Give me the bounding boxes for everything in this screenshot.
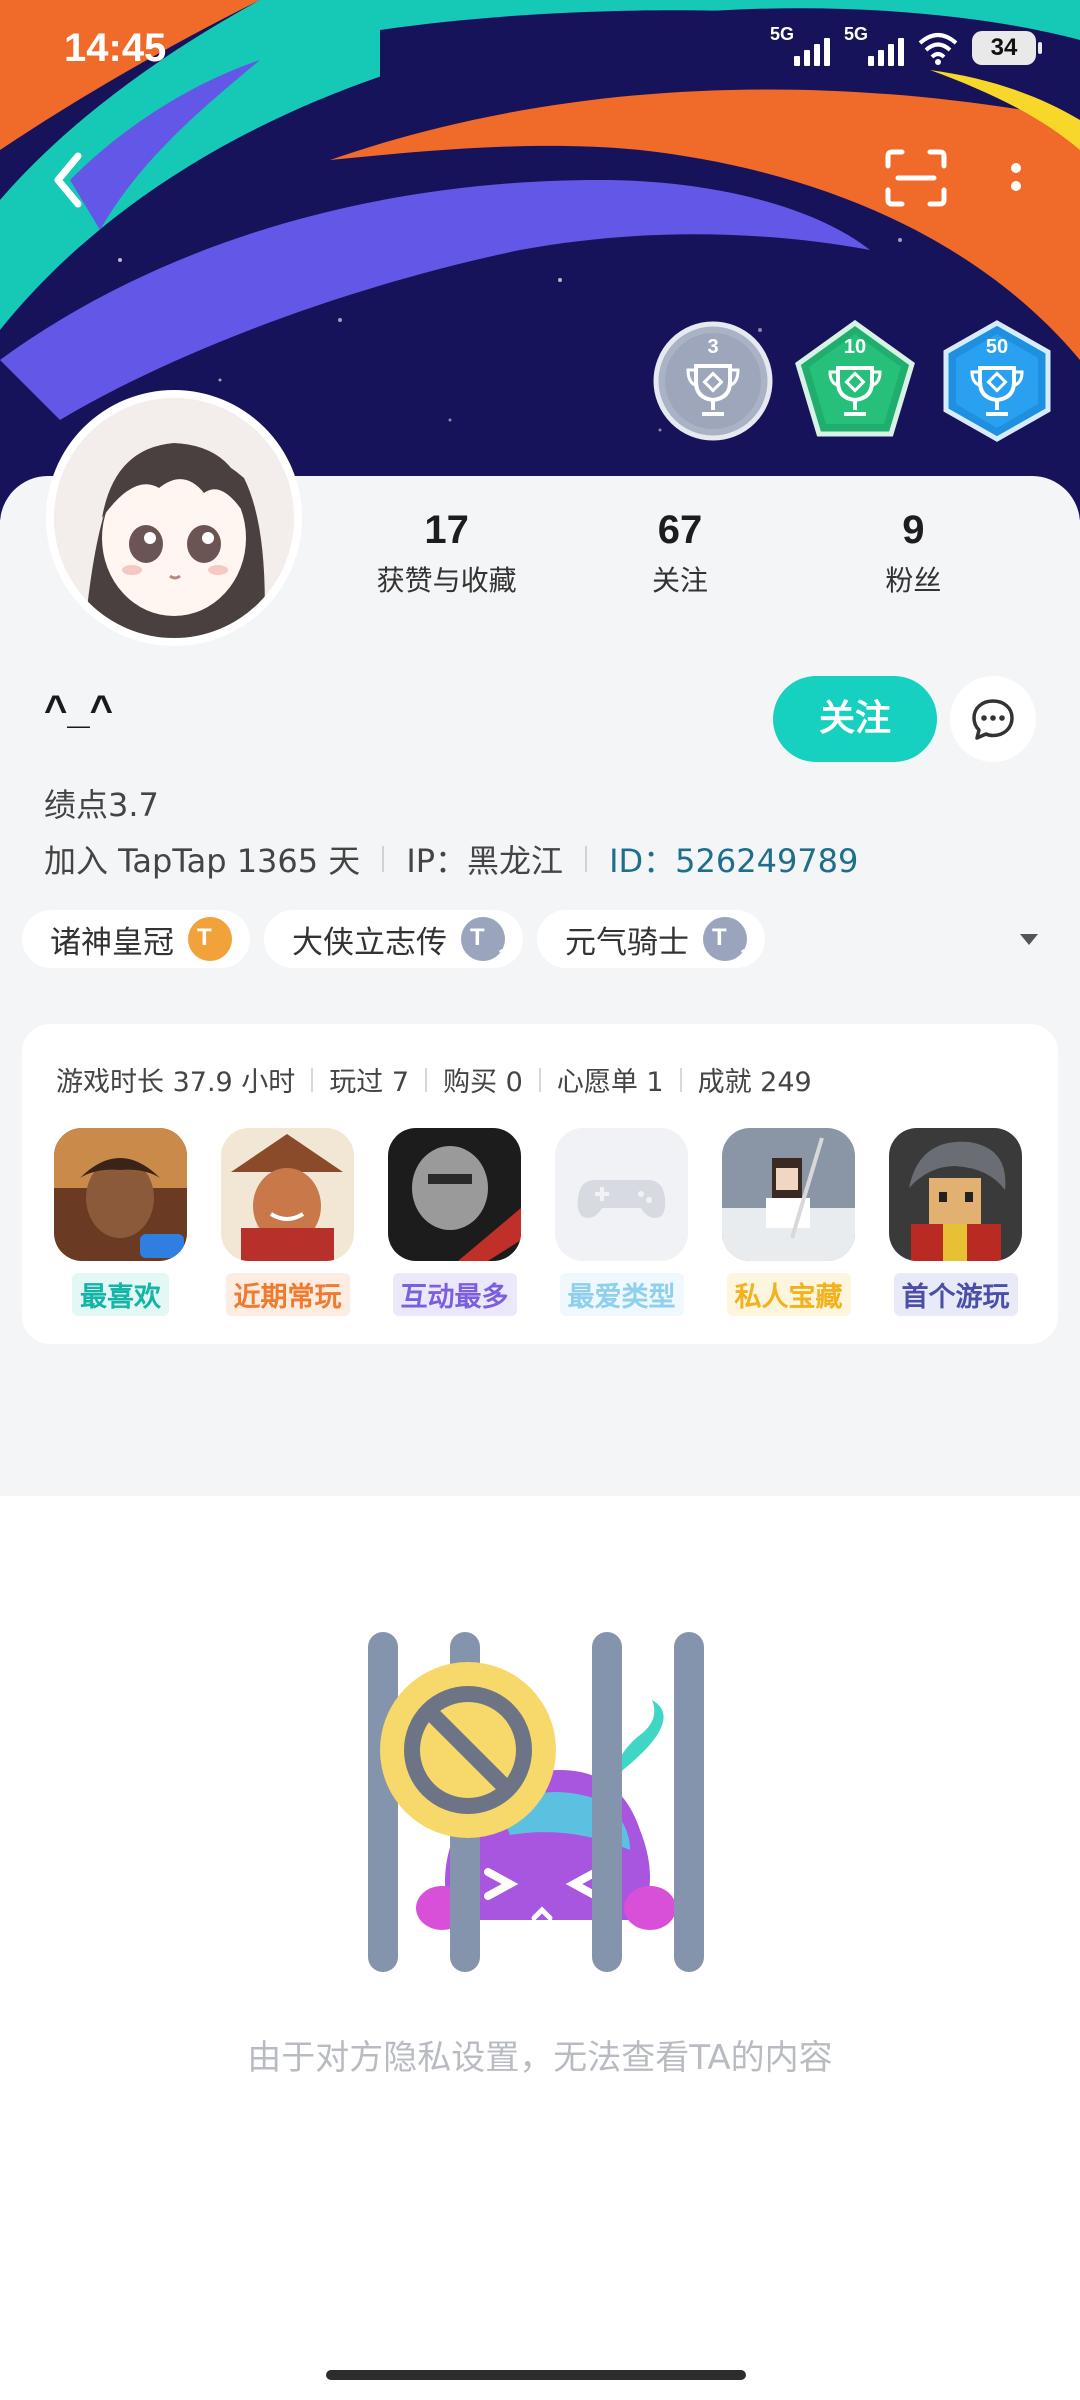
stat-label: 获赞与收藏	[376, 564, 517, 597]
stat-number: 17	[424, 508, 469, 552]
stat-following[interactable]: 67 关注	[563, 508, 796, 599]
profile-meta: 加入 TapTap 1365 天 IP：黑龙江 ID：526249789	[44, 836, 858, 882]
game-item-treasure[interactable]: 私人宝藏	[722, 1128, 855, 1316]
wifi-icon	[918, 33, 958, 65]
taptap-level-icon: T1	[461, 917, 507, 964]
played-count: 玩过 7	[329, 1067, 410, 1098]
game-tag[interactable]: 大侠立志传 T1	[264, 910, 523, 968]
game-label: 最喜欢	[72, 1273, 169, 1316]
status-time: 14:45	[64, 26, 167, 70]
privacy-locked-illustration	[368, 1632, 704, 1972]
divider	[382, 846, 385, 872]
signal-type-label: 5G	[844, 24, 869, 44]
stat-number: 9	[902, 508, 925, 552]
game-icon	[388, 1128, 521, 1261]
badge-10[interactable]: 10	[794, 320, 916, 442]
game-tags: 诸神皇冠 T4 大侠立志传 T1 元气骑士 T1	[22, 910, 765, 968]
tag-level: 4	[225, 947, 234, 964]
back-icon[interactable]	[40, 140, 100, 220]
divider	[585, 846, 588, 872]
ip-location: IP：黑龙江	[406, 842, 564, 880]
game-highlights: 最喜欢 近期常玩 互动最多 最爱类型 私人宝藏 首个游玩	[54, 1128, 1022, 1316]
tag-name: 元气骑士	[565, 924, 689, 961]
game-summary-card[interactable]: 游戏时长 37.9 小时 玩过 7 购买 0 心愿单 1 成就 249 最喜欢	[22, 1024, 1058, 1344]
badge-3[interactable]: 3	[652, 320, 774, 442]
user-id[interactable]: ID：526249789	[609, 836, 858, 882]
game-item-favorite[interactable]: 最喜欢	[54, 1128, 187, 1316]
avatar-image	[54, 398, 294, 638]
game-label: 近期常玩	[225, 1273, 350, 1316]
game-icon	[889, 1128, 1022, 1261]
achievement-count: 成就 249	[697, 1067, 812, 1098]
game-tag[interactable]: 元气骑士 T1	[537, 910, 765, 968]
message-button[interactable]	[950, 676, 1036, 762]
scan-icon[interactable]	[884, 148, 948, 208]
stat-label: 粉丝	[885, 564, 942, 597]
join-days: 加入 TapTap 1365 天	[44, 842, 361, 880]
status-icons: 5G 5G 34	[770, 24, 1042, 72]
game-icon	[555, 1128, 688, 1261]
level-text: 绩点3.7	[44, 786, 159, 824]
more-icon[interactable]	[998, 148, 1034, 208]
purchased-count: 购买 0	[443, 1067, 523, 1098]
game-label: 首个游玩	[893, 1273, 1018, 1316]
tag-name: 诸神皇冠	[50, 924, 174, 961]
game-icon	[722, 1128, 855, 1261]
privacy-message: 由于对方隐私设置，无法查看TA的内容	[247, 2038, 833, 2078]
game-label: 互动最多	[392, 1273, 517, 1316]
nickname: ^_^	[44, 688, 113, 732]
achievement-badges: 3 10 50	[652, 320, 1058, 442]
signal-type-label: 5G	[770, 24, 795, 44]
taptap-level-icon: T4	[188, 917, 234, 964]
expand-tags-icon[interactable]	[1020, 934, 1038, 945]
game-item-first[interactable]: 首个游玩	[889, 1128, 1022, 1316]
badge-number: 3	[707, 336, 719, 358]
badge-number: 50	[985, 336, 1009, 358]
tag-level: 1	[740, 947, 749, 964]
game-tag[interactable]: 诸神皇冠 T4	[22, 910, 250, 968]
stat-likes[interactable]: 17 获赞与收藏	[330, 508, 563, 599]
taptap-level-icon: T1	[703, 917, 749, 964]
badge-number: 10	[843, 336, 867, 358]
signal-icon: 5G	[844, 24, 904, 70]
stat-number: 67	[657, 508, 703, 552]
tag-level: 1	[498, 947, 507, 964]
home-indicator[interactable]	[326, 2370, 746, 2380]
game-icon	[221, 1128, 354, 1261]
game-item-recent[interactable]: 近期常玩	[221, 1128, 354, 1316]
profile-stats: 17 获赞与收藏 67 关注 9 粉丝	[330, 508, 1030, 599]
badge-50[interactable]: 50	[936, 320, 1058, 442]
status-bar: 14:45 5G 5G 34	[0, 0, 1080, 100]
play-time: 游戏时长 37.9 小时	[56, 1067, 296, 1098]
stat-followers[interactable]: 9 粉丝	[797, 508, 1030, 599]
game-label: 私人宝藏	[726, 1273, 851, 1316]
game-icon	[54, 1128, 187, 1261]
battery-icon: 34	[972, 31, 1042, 65]
game-label: 最爱类型	[559, 1273, 684, 1316]
game-stats-row: 游戏时长 37.9 小时 玩过 7 购买 0 心愿单 1 成就 249	[56, 1060, 812, 1099]
avatar[interactable]	[46, 390, 302, 646]
game-item-genre[interactable]: 最爱类型	[555, 1128, 688, 1316]
chat-icon	[972, 699, 1014, 740]
stat-label: 关注	[651, 564, 708, 597]
game-item-interaction[interactable]: 互动最多	[388, 1128, 521, 1316]
gamepad-icon	[555, 1128, 688, 1261]
signal-icon: 5G	[770, 24, 830, 70]
follow-button[interactable]: 关注	[773, 676, 937, 762]
wishlist-count: 心愿单 1	[556, 1067, 664, 1098]
tag-name: 大侠立志传	[292, 924, 447, 961]
